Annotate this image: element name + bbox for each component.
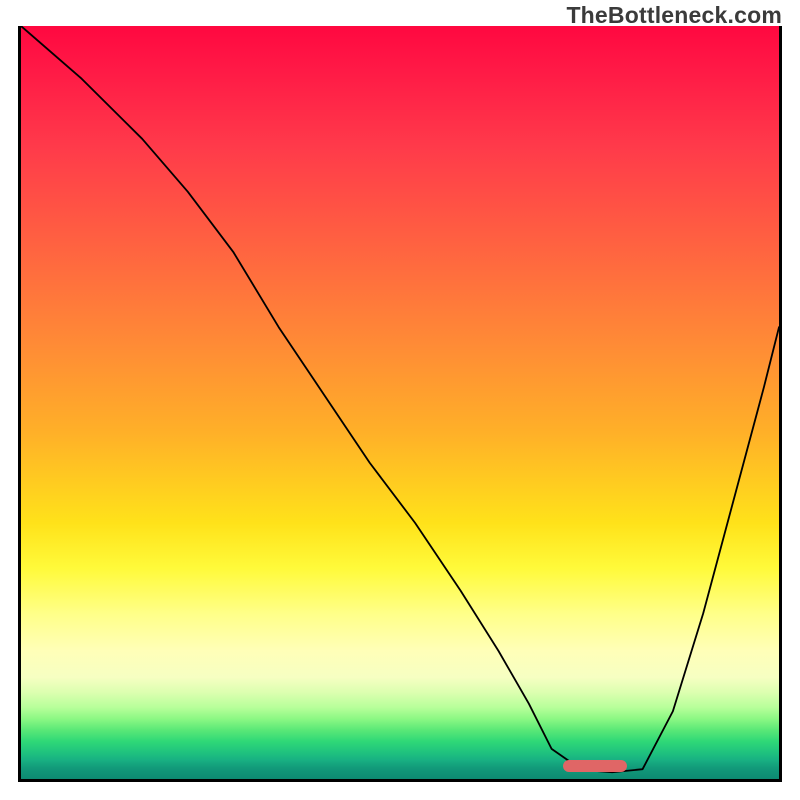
plot-area <box>18 26 782 782</box>
chart-stage: TheBottleneck.com <box>0 0 800 800</box>
heat-gradient-background <box>21 26 779 779</box>
optimal-range-marker <box>563 760 627 772</box>
watermark-text: TheBottleneck.com <box>566 2 782 29</box>
